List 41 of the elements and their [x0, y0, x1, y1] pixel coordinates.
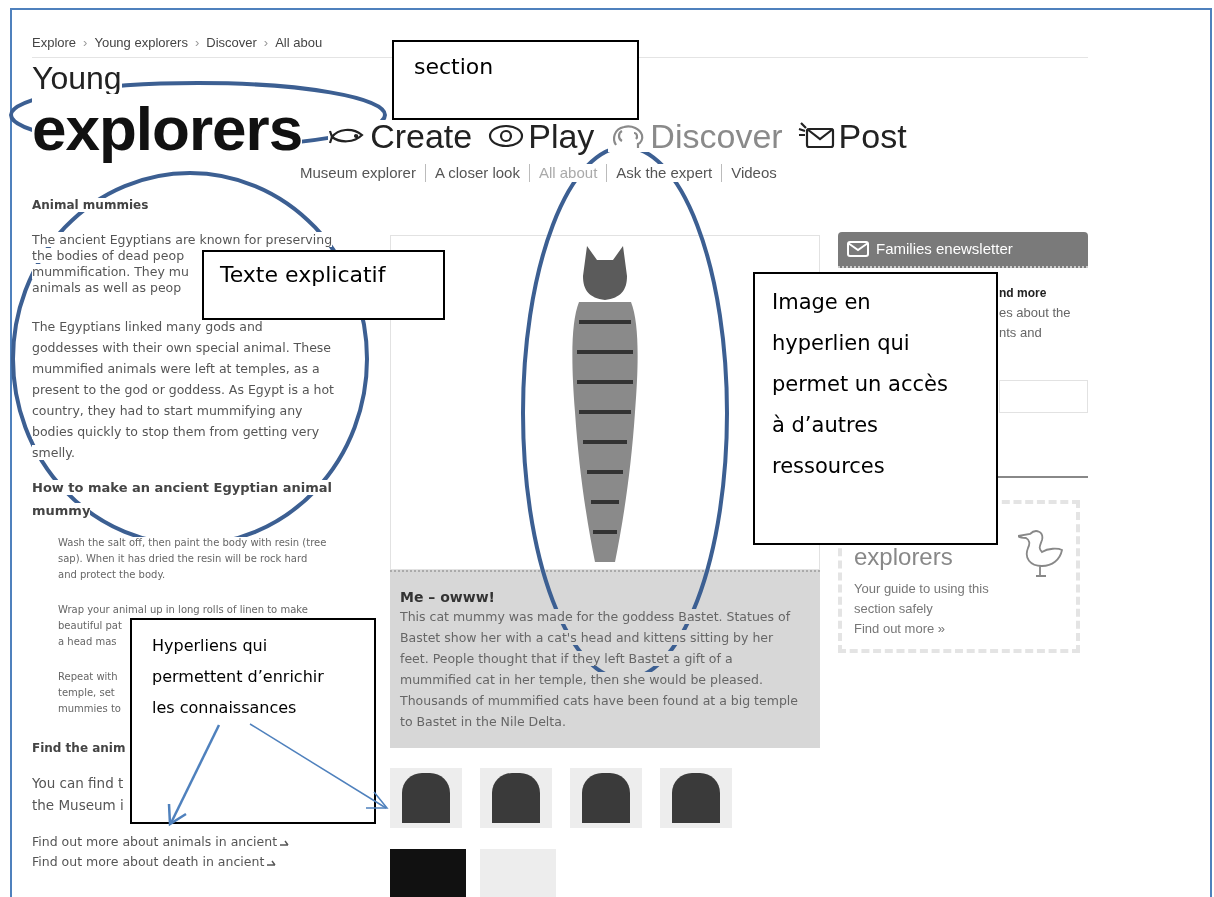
thumbnail-image[interactable] [390, 849, 466, 897]
breadcrumb-link[interactable]: Discover [206, 34, 257, 52]
subnav-link[interactable]: Ask the expert [616, 164, 713, 182]
find-paragraph: You can find t the Museum i [32, 774, 124, 815]
newsletter-text: es about the [999, 304, 1071, 322]
link-arrow-icon [280, 838, 290, 846]
section-heading: Find the anim [32, 740, 126, 757]
envelope-icon [796, 121, 837, 151]
section-heading: Animal mummies [32, 197, 149, 214]
newsletter-header[interactable]: Families enewsletter [838, 232, 1088, 268]
caption-title: Me – owww! [400, 588, 496, 606]
card-text: Your guide to using this section safely [854, 580, 990, 618]
newsletter-text: nd more [999, 285, 1047, 302]
breadcrumb-separator: › [194, 34, 200, 52]
newsletter-title: Families enewsletter [876, 238, 1013, 259]
thumbnail-image[interactable] [660, 768, 732, 828]
annotation-tooltip: Texte explicatif [202, 250, 445, 320]
link-arrow-icon [267, 858, 277, 866]
email-input-field[interactable] [999, 380, 1088, 413]
breadcrumb-link[interactable]: All abou [275, 34, 323, 52]
duck-icon [1018, 528, 1064, 578]
breadcrumb-separator: › [263, 34, 269, 52]
breadcrumb-link[interactable]: Young explorers [94, 34, 188, 52]
newsletter-text: nts and [999, 324, 1042, 342]
page-title: explorers [32, 94, 303, 164]
info-link[interactable]: Find out more about death in ancient [32, 852, 277, 872]
subnav-link[interactable]: Museum explorer [300, 164, 416, 182]
breadcrumb-separator: › [83, 34, 88, 52]
card-title: explorers [854, 545, 953, 569]
thumbnail-image[interactable] [480, 768, 552, 828]
steps-heading: How to make an ancient Egyptian animal mummy [32, 479, 333, 520]
thumbnail-image[interactable] [390, 768, 462, 828]
thumbnail-image[interactable] [570, 768, 642, 828]
find-out-more-link[interactable]: Find out more » [854, 619, 946, 639]
annotation-tooltip: Hyperliens qui permettent d’enrichir les connaissances [130, 618, 376, 824]
step-paragraph: Wash the salt off, then paint the body with resin (tree sap). When it has dried the resin will be rock hard and protect the body. [58, 536, 327, 582]
breadcrumb-link[interactable]: Explore [32, 34, 77, 52]
annotation-tooltip: Image en hyperlien qui permet un accès à d’autres ressources [753, 272, 998, 545]
envelope-icon [846, 240, 870, 258]
info-link[interactable]: Find out more about animals in ancient [32, 832, 290, 852]
annotation-tooltip: section [392, 40, 639, 120]
